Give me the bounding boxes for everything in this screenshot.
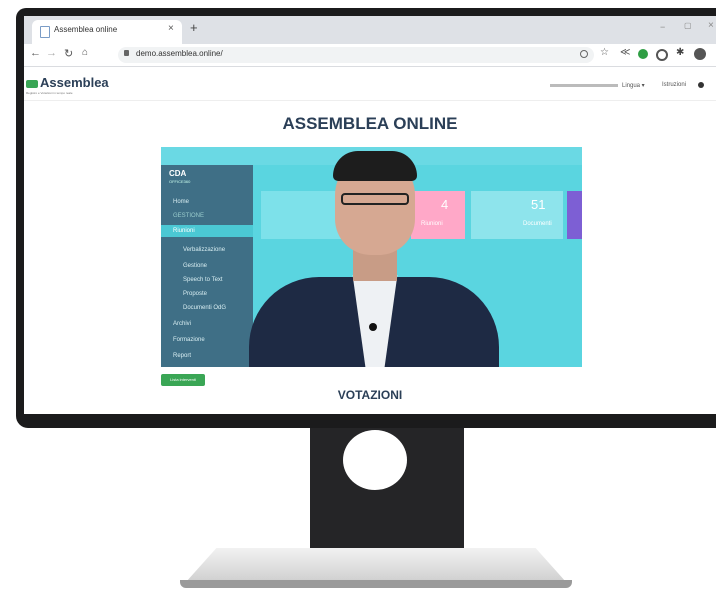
video-logo: CDA bbox=[169, 169, 187, 178]
browser-tab-bar: Assemblea online × + − ▢ × bbox=[24, 16, 716, 44]
close-window-button[interactable]: × bbox=[708, 20, 714, 31]
video-card-cyan: 51 Documenti bbox=[471, 191, 563, 239]
card-value: 4 bbox=[441, 197, 449, 212]
instructions-link[interactable]: Istruzioni bbox=[662, 82, 686, 88]
monitor-base-edge bbox=[180, 580, 572, 588]
browser-tab[interactable]: Assemblea online × bbox=[32, 20, 182, 44]
logo-subtitle: Registro e Votazioni in tempo reale bbox=[26, 91, 73, 95]
puzzle-icon[interactable]: ✱ bbox=[676, 47, 684, 58]
zoom-icon[interactable] bbox=[580, 50, 588, 58]
card-label: Riunioni bbox=[421, 221, 443, 227]
nav-item: Speech to Text bbox=[183, 277, 223, 283]
circle-extension-icon[interactable] bbox=[656, 49, 668, 61]
card-label: Documenti bbox=[523, 221, 552, 227]
page-icon bbox=[40, 26, 50, 38]
language-menu[interactable]: Lingua ▾ bbox=[622, 82, 645, 89]
url-text: demo.assemblea.online/ bbox=[136, 49, 223, 58]
nav-item: GESTIONE bbox=[173, 213, 205, 219]
monitor-screen: Assemblea online × + − ▢ × ← → ↻ ⌂ demo.… bbox=[24, 16, 716, 414]
extension-icon[interactable]: ≪ bbox=[620, 47, 630, 58]
new-tab-button[interactable]: + bbox=[190, 20, 198, 35]
forward-arrow-icon[interactable]: → bbox=[46, 47, 57, 59]
user-name-blurred bbox=[550, 84, 618, 87]
green-extension-icon[interactable] bbox=[638, 49, 648, 59]
logo-text: Assemblea bbox=[40, 75, 109, 90]
presenter-hair bbox=[333, 151, 417, 181]
nav-item: Documenti OdG bbox=[183, 305, 227, 311]
nav-item: Archivi bbox=[173, 321, 192, 327]
restore-button[interactable]: ▢ bbox=[684, 21, 692, 30]
avatar[interactable] bbox=[694, 48, 706, 60]
browser-toolbar: ← → ↻ ⌂ demo.assemblea.online/ ☆ ≪ ✱ bbox=[24, 44, 716, 67]
reload-icon[interactable]: ↻ bbox=[64, 47, 73, 60]
page-title: ASSEMBLEA ONLINE bbox=[282, 114, 458, 133]
cable-hole bbox=[343, 430, 407, 490]
back-arrow-icon[interactable]: ← bbox=[30, 47, 41, 59]
star-icon[interactable]: ☆ bbox=[600, 47, 609, 58]
home-icon[interactable]: ⌂ bbox=[82, 47, 88, 58]
video-logo-sub: OFFICE360 bbox=[169, 179, 191, 184]
speakers-list-button-label: Lista interventi bbox=[170, 377, 196, 382]
nav-item: Formazione bbox=[173, 337, 205, 343]
nav-item: Proposte bbox=[183, 291, 208, 297]
nav-item: Verbalizzazione bbox=[183, 247, 226, 253]
video-card-pink: 4 Riunioni bbox=[411, 191, 465, 239]
address-bar[interactable]: demo.assemblea.online/ bbox=[118, 47, 594, 63]
video-player[interactable]: CDA OFFICE360 Home GESTIONE Riunioni Ver… bbox=[161, 147, 582, 367]
minimize-button[interactable]: − bbox=[660, 22, 665, 32]
lock-icon bbox=[124, 50, 129, 56]
speakers-list-button[interactable]: Lista interventi bbox=[161, 374, 205, 386]
info-icon[interactable] bbox=[698, 82, 704, 88]
voting-section-title: VOTAZIONI bbox=[337, 388, 403, 402]
tab-title: Assemblea online bbox=[54, 25, 118, 34]
glasses-icon bbox=[341, 193, 409, 205]
close-tab-icon[interactable]: × bbox=[168, 23, 174, 34]
microphone-icon bbox=[369, 323, 377, 331]
nav-item: Report bbox=[173, 353, 192, 359]
video-card-purple bbox=[567, 191, 582, 239]
nav-item: Riunioni bbox=[173, 228, 195, 234]
nav-item: Home bbox=[173, 199, 190, 205]
card-value: 51 bbox=[531, 197, 546, 212]
app-header: Assemblea Registro e Votazioni in tempo … bbox=[24, 74, 716, 101]
monitor-base bbox=[186, 548, 566, 582]
nav-item: Gestione bbox=[183, 263, 208, 269]
logo-icon bbox=[26, 80, 38, 88]
video-sidebar: CDA OFFICE360 Home GESTIONE Riunioni Ver… bbox=[161, 165, 253, 367]
